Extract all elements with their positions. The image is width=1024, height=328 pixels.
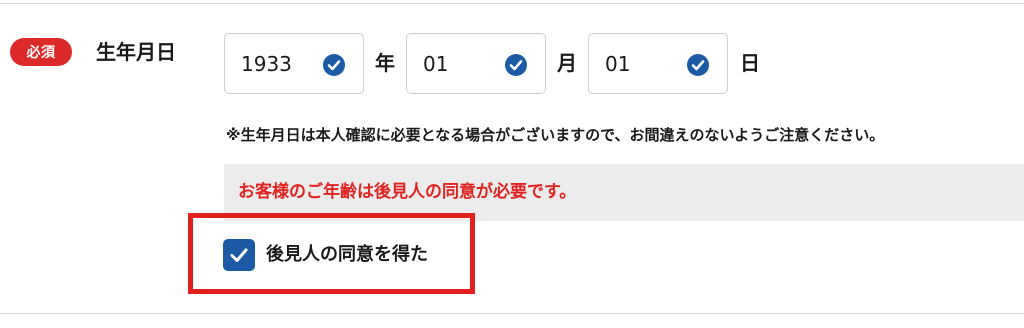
year-select[interactable]: 1933: [224, 33, 364, 94]
day-unit: 日: [740, 51, 760, 75]
checkmark-icon: [230, 248, 248, 262]
check-circle-icon: [505, 54, 527, 76]
birthdate-note: ※生年月日は本人確認に必要となる場合がございますので、お間違えのないようご注意く…: [226, 126, 885, 144]
month-unit: 月: [557, 51, 577, 75]
year-select-value: 1933: [241, 52, 292, 76]
birthdate-form-section: 必須 生年月日 1933 年 01 月 01 日 ※生年月日は本人確認に必要とな…: [0, 0, 1024, 328]
section-divider-bottom: [0, 313, 1024, 314]
day-select[interactable]: 01: [588, 33, 728, 94]
check-circle-icon: [687, 54, 709, 76]
day-select-value: 01: [605, 52, 631, 76]
year-unit: 年: [375, 51, 395, 75]
check-circle-icon: [323, 54, 345, 76]
month-select-value: 01: [423, 52, 449, 76]
required-badge: 必須: [10, 38, 72, 66]
guardian-consent-checkbox[interactable]: [223, 239, 255, 271]
guardian-consent-label[interactable]: 後見人の同意を得た: [266, 239, 428, 271]
section-divider-top: [0, 3, 1024, 4]
field-label-birthdate: 生年月日: [96, 40, 176, 64]
month-select[interactable]: 01: [406, 33, 546, 94]
